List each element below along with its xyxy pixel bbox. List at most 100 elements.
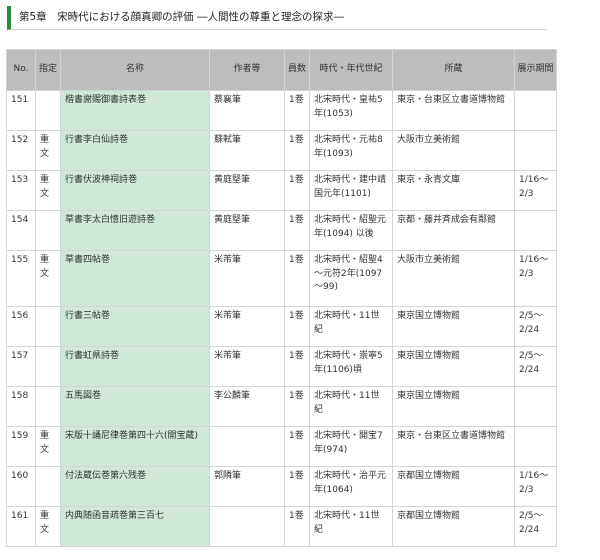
cell-exhibit: 1/16～2/3 — [514, 466, 557, 507]
cell-count: 1巻 — [284, 346, 310, 387]
cell-period: 北宋時代・11世紀 — [309, 386, 393, 427]
header-author: 作者等 — [209, 49, 285, 91]
cell-no: 154 — [6, 210, 36, 251]
cell-no: 155 — [6, 250, 36, 307]
table-row: 156 行書三帖巻 米芾筆 1巻 北宋時代・11世紀 東京国立博物館 2/5～2… — [6, 306, 557, 347]
cell-collection: 東京国立博物館 — [392, 386, 515, 427]
cell-period: 北宋時代・紹聖元年(1094) 以後 — [309, 210, 393, 251]
table-row: 161 重文 内典随函音疏巻第三百七 1巻 北宋時代・11世紀 京都国立博物館 … — [6, 506, 557, 547]
header-collection: 所蔵 — [392, 49, 515, 91]
cell-author: 黄庭堅筆 — [209, 210, 285, 251]
cell-collection: 東京・台東区立書道博物館 — [392, 90, 515, 131]
table-row: 152 重文 行書李白仙詩巻 蘇軾筆 1巻 北宋時代・元祐8年(1093) 大阪… — [6, 130, 557, 171]
table-row: 153 重文 行書伏波神祠詩巻 黄庭堅筆 1巻 北宋時代・建中靖国元年(1101… — [6, 170, 557, 211]
cell-name: 行書虹県詩巻 — [60, 346, 210, 387]
cell-collection: 京都国立博物館 — [392, 506, 515, 547]
table-header-row: No. 指定 名称 作者等 員数 時代・年代世紀 所蔵 展示期間 — [6, 49, 557, 91]
cell-author: 蔡襄筆 — [209, 90, 285, 131]
cell-no: 159 — [6, 426, 36, 467]
cell-designation — [35, 386, 61, 427]
cell-exhibit: 2/5～2/24 — [514, 346, 557, 387]
chapter-heading: 第5章 宋時代における顔真卿の評価 ―人間性の尊重と理念の探求― — [7, 6, 547, 30]
header-period: 時代・年代世紀 — [309, 49, 393, 91]
cell-no: 158 — [6, 386, 36, 427]
cell-name: 付法蔵伝巻第六残巻 — [60, 466, 210, 507]
cell-collection: 京都・藤井斉成会有鄰館 — [392, 210, 515, 251]
cell-designation — [35, 210, 61, 251]
cell-designation — [35, 306, 61, 347]
cell-name: 草書四帖巻 — [60, 250, 210, 307]
cell-name: 内典随函音疏巻第三百七 — [60, 506, 210, 547]
exhibit-table: No. 指定 名称 作者等 員数 時代・年代世紀 所蔵 展示期間 151 楷書謝… — [6, 49, 557, 547]
cell-no: 160 — [6, 466, 36, 507]
cell-count: 1巻 — [284, 170, 310, 211]
cell-period: 北宋時代・治平元年(1064) — [309, 466, 393, 507]
cell-no: 153 — [6, 170, 36, 211]
cell-period: 北宋時代・崇寧5年(1106)頃 — [309, 346, 393, 387]
cell-author: 米芾筆 — [209, 346, 285, 387]
cell-period: 北宋時代・11世紀 — [309, 506, 393, 547]
cell-no: 151 — [6, 90, 36, 131]
cell-no: 156 — [6, 306, 36, 347]
cell-name: 五馬図巻 — [60, 386, 210, 427]
cell-name: 草書李太白憶旧遊詩巻 — [60, 210, 210, 251]
cell-period: 北宋時代・開宝7年(974) — [309, 426, 393, 467]
cell-author: 李公麟筆 — [209, 386, 285, 427]
cell-collection: 東京・永青文庫 — [392, 170, 515, 211]
cell-collection: 京都国立博物館 — [392, 466, 515, 507]
cell-count: 1巻 — [284, 466, 310, 507]
header-designation: 指定 — [35, 49, 61, 91]
cell-count: 1巻 — [284, 426, 310, 467]
cell-collection: 東京国立博物館 — [392, 346, 515, 387]
cell-collection: 大阪市立美術館 — [392, 250, 515, 307]
cell-count: 1巻 — [284, 506, 310, 547]
cell-author: 米芾筆 — [209, 250, 285, 307]
cell-period: 北宋時代・皇祐5年(1053) — [309, 90, 393, 131]
header-exhibit: 展示期間 — [514, 49, 557, 91]
cell-author: 米芾筆 — [209, 306, 285, 347]
cell-no: 157 — [6, 346, 36, 387]
cell-author: 蘇軾筆 — [209, 130, 285, 171]
cell-designation — [35, 466, 61, 507]
cell-collection: 東京・台東区立書道博物館 — [392, 426, 515, 467]
table-row: 157 行書虹県詩巻 米芾筆 1巻 北宋時代・崇寧5年(1106)頃 東京国立博… — [6, 346, 557, 387]
cell-collection: 大阪市立美術館 — [392, 130, 515, 171]
cell-designation: 重文 — [35, 426, 61, 467]
cell-count: 1巻 — [284, 306, 310, 347]
cell-count: 1巻 — [284, 386, 310, 427]
table-row: 159 重文 宋版十誦尼律巻第四十六(開宝蔵) 1巻 北宋時代・開宝7年(974… — [6, 426, 557, 467]
table-row: 158 五馬図巻 李公麟筆 1巻 北宋時代・11世紀 東京国立博物館 — [6, 386, 557, 427]
cell-designation: 重文 — [35, 506, 61, 547]
cell-designation: 重文 — [35, 170, 61, 211]
cell-exhibit: 2/5～2/24 — [514, 506, 557, 547]
cell-name: 楷書謝賜御書詩表巻 — [60, 90, 210, 131]
cell-author: 黄庭堅筆 — [209, 170, 285, 211]
cell-count: 1巻 — [284, 90, 310, 131]
cell-author — [209, 506, 285, 547]
table-row: 155 重文 草書四帖巻 米芾筆 1巻 北宋時代・紹聖4～元符2年(1097～9… — [6, 250, 557, 307]
cell-exhibit — [514, 210, 557, 251]
cell-exhibit — [514, 130, 557, 171]
cell-no: 161 — [6, 506, 36, 547]
cell-designation: 重文 — [35, 250, 61, 307]
cell-exhibit: 1/16～2/3 — [514, 250, 557, 307]
header-no: No. — [6, 49, 36, 91]
table-row: 151 楷書謝賜御書詩表巻 蔡襄筆 1巻 北宋時代・皇祐5年(1053) 東京・… — [6, 90, 557, 131]
cell-name: 宋版十誦尼律巻第四十六(開宝蔵) — [60, 426, 210, 467]
cell-name: 行書伏波神祠詩巻 — [60, 170, 210, 211]
cell-name: 行書李白仙詩巻 — [60, 130, 210, 171]
header-name: 名称 — [60, 49, 210, 91]
table-row: 154 草書李太白憶旧遊詩巻 黄庭堅筆 1巻 北宋時代・紹聖元年(1094) 以… — [6, 210, 557, 251]
cell-period: 北宋時代・11世紀 — [309, 306, 393, 347]
cell-no: 152 — [6, 130, 36, 171]
cell-count: 1巻 — [284, 210, 310, 251]
cell-exhibit: 1/16～2/3 — [514, 170, 557, 211]
cell-exhibit — [514, 90, 557, 131]
cell-exhibit — [514, 426, 557, 467]
cell-designation: 重文 — [35, 130, 61, 171]
table-row: 160 付法蔵伝巻第六残巻 郭隣筆 1巻 北宋時代・治平元年(1064) 京都国… — [6, 466, 557, 507]
cell-collection: 東京国立博物館 — [392, 306, 515, 347]
cell-author: 郭隣筆 — [209, 466, 285, 507]
page: 第5章 宋時代における顔真卿の評価 ―人間性の尊重と理念の探求― No. 指定 … — [0, 0, 600, 560]
cell-designation — [35, 90, 61, 131]
